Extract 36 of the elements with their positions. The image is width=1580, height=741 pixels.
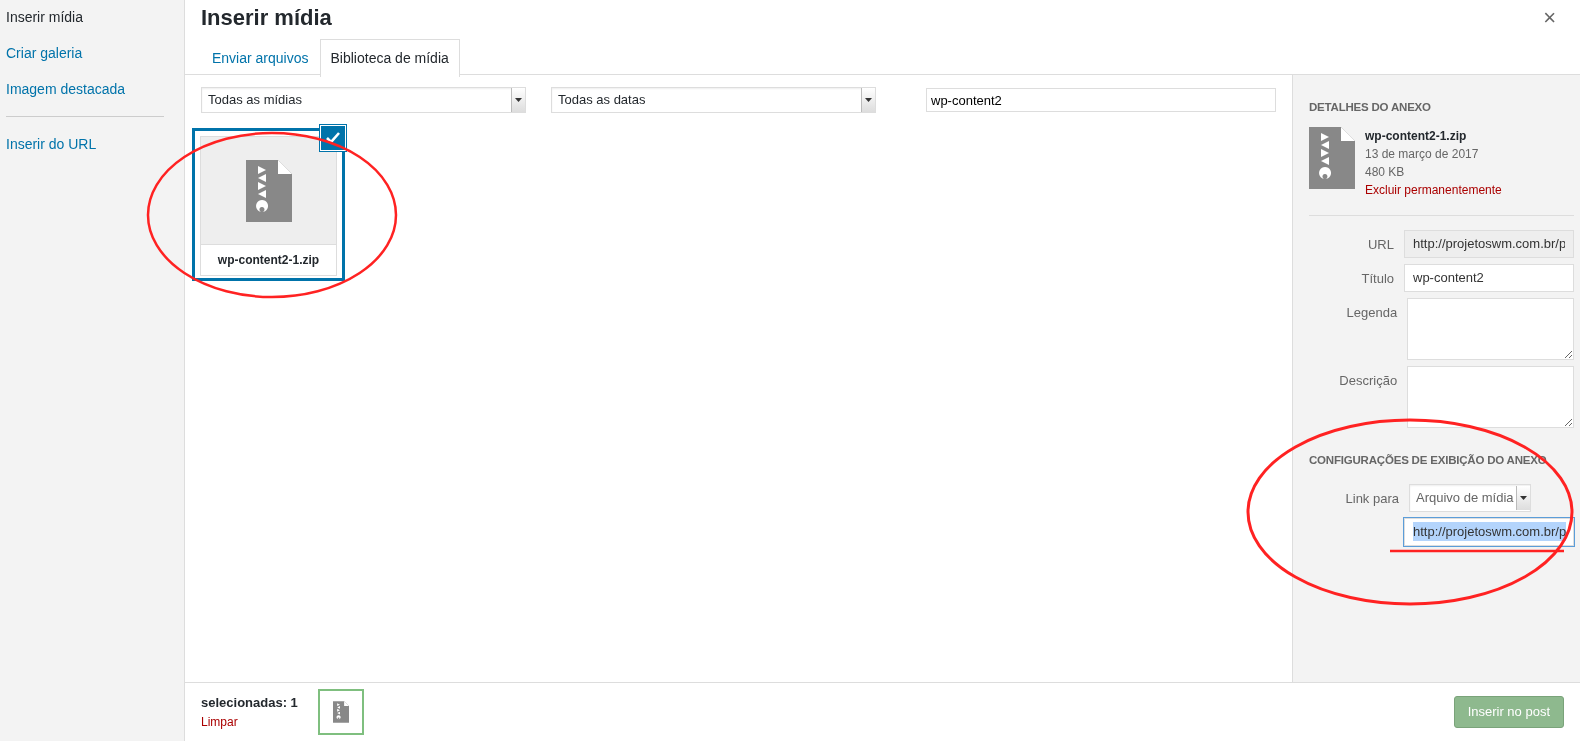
upload-date: 13 de março de 2017 bbox=[1365, 145, 1480, 163]
media-type-dropdown[interactable]: Todas as mídias bbox=[201, 87, 526, 113]
search-field[interactable]: wp-content2 bbox=[926, 88, 1276, 112]
url-field[interactable]: http://projetoswm.com.br/p bbox=[1404, 229, 1574, 258]
tab[interactable]: Biblioteca de mídia bbox=[319, 39, 460, 78]
field-label: URL bbox=[1367, 235, 1394, 254]
selected-thumbnail[interactable] bbox=[317, 689, 364, 735]
zip-file-icon bbox=[245, 159, 292, 222]
link-to-dropdown[interactable]: Arquivo de mídia bbox=[1409, 483, 1531, 512]
sidebar-link[interactable]: Inserir mídia bbox=[0, 4, 184, 40]
link-url-field[interactable]: http://projetoswm.com.br/p bbox=[1404, 517, 1574, 546]
date-dropdown[interactable]: Todas as datas bbox=[551, 87, 876, 113]
zip-file-icon bbox=[332, 701, 349, 723]
field-label: Legenda bbox=[1345, 303, 1398, 322]
field-label: Link para bbox=[1344, 489, 1399, 508]
text-field[interactable]: wp-content2 bbox=[1404, 263, 1574, 292]
field-label: Título bbox=[1360, 269, 1394, 288]
dropdown-caret-icon bbox=[865, 98, 872, 102]
sidebar-link[interactable]: Imagem destacada bbox=[0, 76, 184, 112]
details-filename: wp-content2-1.zip bbox=[1365, 127, 1468, 145]
zip-file-icon bbox=[1309, 126, 1355, 189]
text-area[interactable] bbox=[1407, 365, 1574, 428]
tab[interactable]: Enviar arquivos bbox=[201, 39, 320, 78]
modal-title: Inserir mídia bbox=[201, 5, 332, 32]
details-heading: DETALHES DO ANEXO bbox=[1309, 101, 1432, 115]
file-size: 480 KB bbox=[1365, 163, 1406, 181]
attachment-filename: wp-content2-1.zip bbox=[200, 244, 337, 276]
delete-link[interactable]: Excluir permanentemente bbox=[1365, 182, 1502, 197]
clear-link[interactable]: Limpar bbox=[201, 715, 238, 729]
sidebar-link[interactable]: Inserir do URL bbox=[0, 131, 184, 167]
sidebar-link[interactable]: Criar galeria bbox=[0, 40, 184, 76]
dropdown-caret-icon bbox=[1520, 495, 1527, 500]
field-label: Descrição bbox=[1338, 371, 1398, 390]
close-button[interactable]: × bbox=[1537, 0, 1562, 35]
selection-count: selecionadas: 1 bbox=[201, 693, 298, 712]
dropdown-caret-icon bbox=[515, 98, 522, 102]
